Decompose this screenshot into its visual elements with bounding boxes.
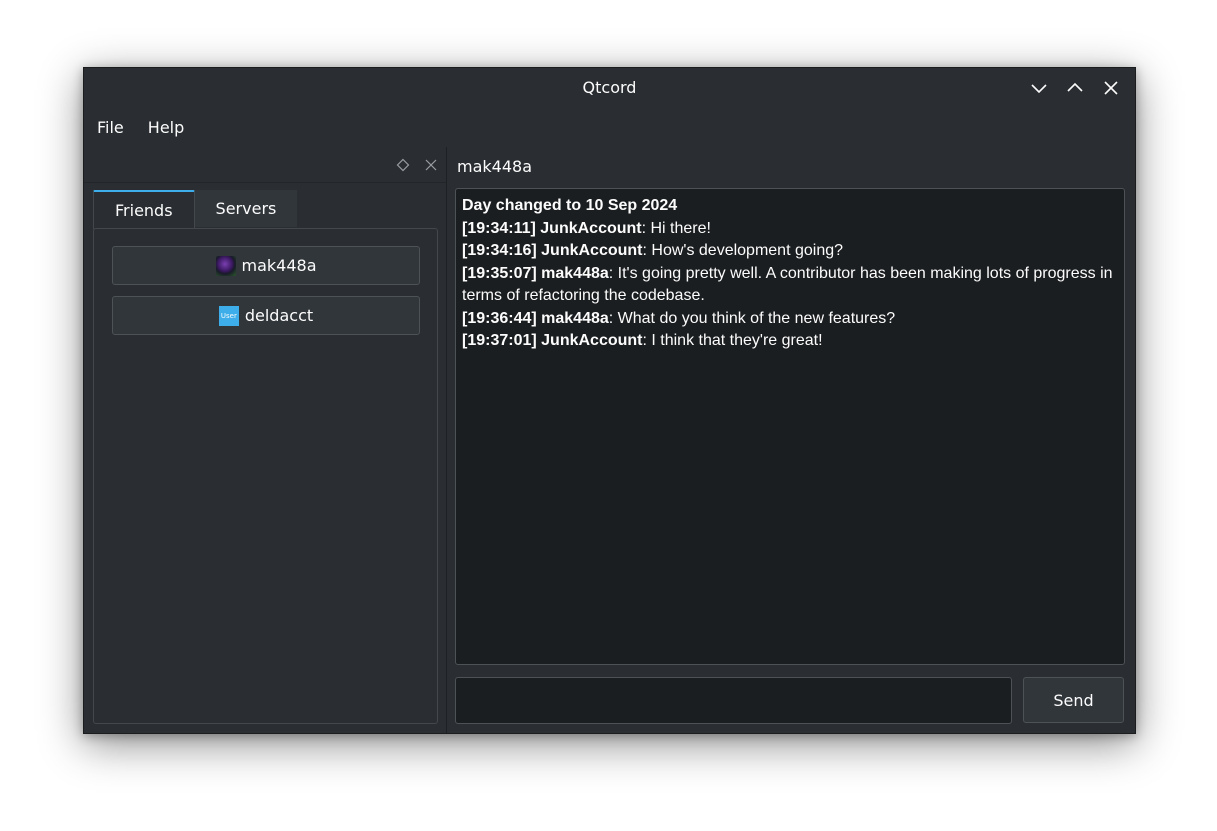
message-text: : I think that they're great! [642, 332, 823, 349]
friend-button-deldacct[interactable]: User deldacct [112, 296, 420, 335]
message-header: [19:34:11] JunkAccount [462, 219, 642, 237]
maximize-button[interactable] [1061, 74, 1089, 102]
tab-servers[interactable]: Servers [194, 190, 298, 227]
message-header: [19:36:44] mak448a [462, 309, 609, 327]
dock-float-button[interactable] [394, 156, 412, 174]
tab-friends[interactable]: Friends [93, 190, 195, 229]
window-controls [1025, 68, 1125, 107]
avatar: User [218, 305, 239, 326]
app-window: Qtcord File Help Friends Servers mak448a… [83, 67, 1136, 734]
friends-list: mak448a User deldacct [93, 228, 438, 724]
chat-message: Day changed to 10 Sep 2024 [462, 195, 1118, 218]
chat-message: [19:35:07] mak448a: It's going pretty we… [462, 263, 1118, 308]
friend-button-mak448a[interactable]: mak448a [112, 246, 420, 285]
avatar [215, 255, 236, 276]
chat-title: mak448a [457, 157, 532, 176]
chat-pane: mak448a Day changed to 10 Sep 2024 [19:34… [447, 147, 1135, 733]
friend-name: mak448a [241, 256, 317, 275]
message-text: : How's development going? [642, 242, 844, 259]
menu-bar: File Help [84, 107, 1135, 147]
dock-header [84, 147, 446, 183]
chevron-up-icon [1067, 82, 1083, 92]
tab-bar: Friends Servers [93, 190, 298, 229]
message-header: [19:35:07] mak448a [462, 264, 609, 282]
message-text: : What do you think of the new features? [608, 309, 896, 327]
chat-message: [19:34:16] JunkAccount: How's developmen… [462, 240, 1118, 263]
minimize-button[interactable] [1025, 74, 1053, 102]
chat-message: [19:34:11] JunkAccount: Hi there! [462, 218, 1118, 241]
friends-dock: Friends Servers mak448a User deldacct [84, 147, 447, 733]
message-input[interactable] [455, 677, 1012, 724]
chevron-down-icon [1031, 83, 1047, 93]
close-icon [1104, 80, 1118, 95]
send-button[interactable]: Send [1023, 677, 1124, 723]
chat-message: [19:36:44] mak448a: What do you think of… [462, 308, 1118, 331]
friend-name: deldacct [244, 306, 314, 325]
message-header: Day changed to 10 Sep 2024 [462, 197, 678, 214]
menu-help[interactable]: Help [141, 118, 191, 137]
float-diamond-icon [396, 158, 410, 171]
dock-close-button[interactable] [422, 156, 440, 174]
close-icon [425, 159, 437, 170]
window-title: Qtcord [582, 78, 637, 97]
close-button[interactable] [1097, 74, 1125, 102]
chat-message: [19:37:01] JunkAccount: I think that the… [462, 330, 1118, 353]
chat-log[interactable]: Day changed to 10 Sep 2024 [19:34:11] Jun… [455, 188, 1125, 665]
message-header: [19:37:01] JunkAccount [462, 332, 643, 349]
title-bar[interactable]: Qtcord [84, 68, 1135, 107]
menu-file[interactable]: File [90, 118, 131, 137]
message-header: [19:34:16] JunkAccount [462, 242, 643, 259]
message-text: : Hi there! [641, 219, 711, 237]
